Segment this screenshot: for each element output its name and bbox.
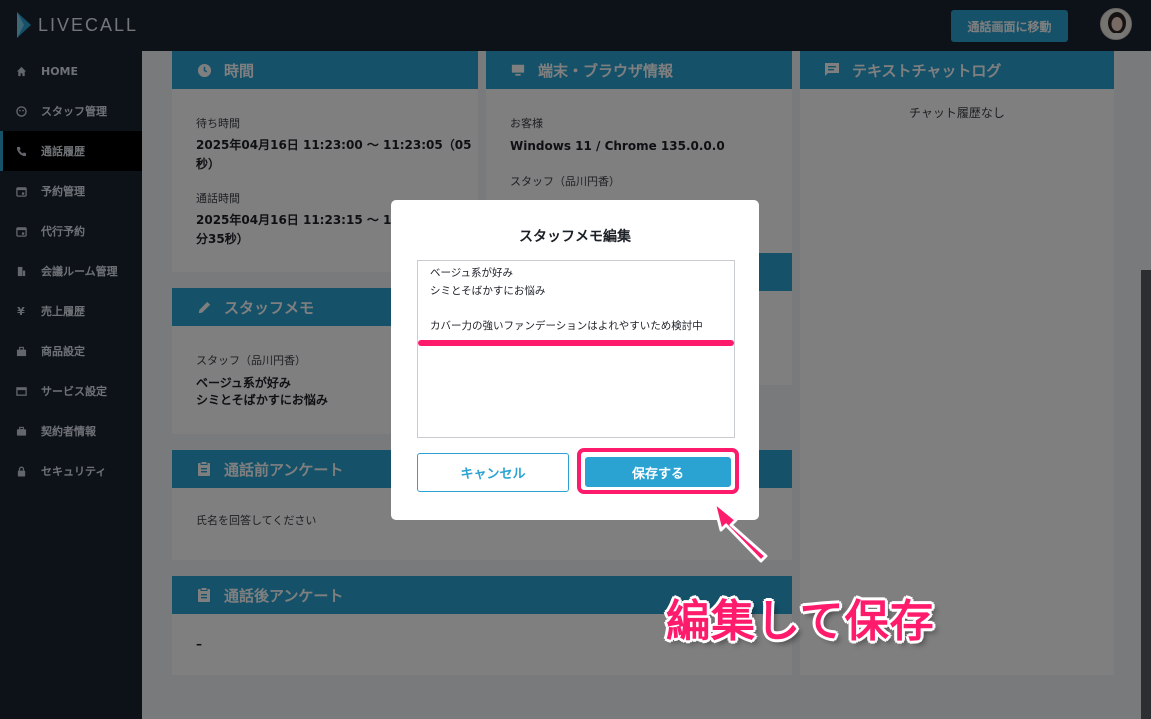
annotation-arrow-icon xyxy=(712,500,768,563)
memo-textarea-line: ベージュ系が好み xyxy=(430,267,514,279)
memo-textarea-line: シミとそばかすにお悩み xyxy=(430,285,546,297)
annotation-text: 編集して保存 xyxy=(666,596,935,647)
cancel-button[interactable]: キャンセル xyxy=(417,453,569,492)
modal-title: スタッフメモ編集 xyxy=(519,229,631,245)
edit-memo-modal: スタッフメモ編集 ベージュ系が好み シミとそばかすにお悩み カバー力の強いファン… xyxy=(391,200,759,520)
save-button[interactable]: 保存する xyxy=(585,457,731,487)
memo-textarea-line: カバー力の強いファンデーションはよれやすいため検討中 xyxy=(430,320,703,332)
memo-textarea[interactable]: ベージュ系が好み シミとそばかすにお悩み カバー力の強いファンデーションはよれや… xyxy=(417,260,735,438)
highlight-underline xyxy=(418,340,734,346)
